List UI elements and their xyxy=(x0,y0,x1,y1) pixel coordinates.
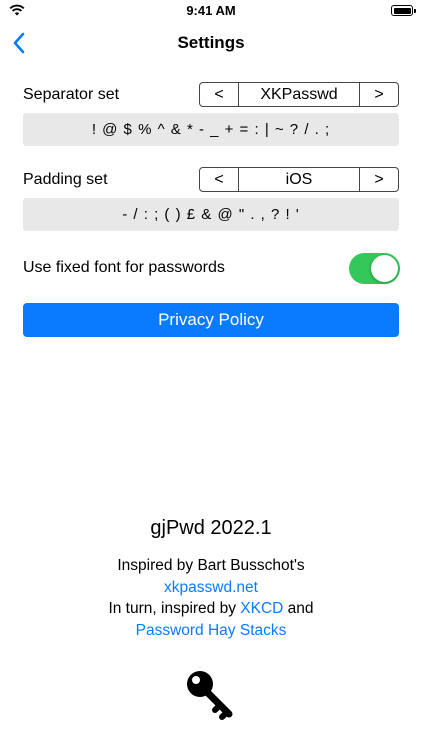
fixed-font-toggle[interactable] xyxy=(349,253,400,284)
padding-set-label: Padding set xyxy=(23,171,108,188)
separator-set-value: XKPasswd xyxy=(238,83,360,106)
padding-prev-button[interactable]: < xyxy=(200,168,238,191)
fixed-font-label: Use fixed font for passwords xyxy=(23,259,225,276)
privacy-policy-button[interactable]: Privacy Policy xyxy=(23,303,399,337)
turn-prefix-text: In turn, inspired by xyxy=(108,600,241,617)
xkpasswd-link[interactable]: xkpasswd.net xyxy=(164,579,258,596)
password-haystacks-link[interactable]: Password Hay Stacks xyxy=(136,622,287,639)
padding-set-stepper: < iOS > xyxy=(199,167,399,192)
separator-prev-button[interactable]: < xyxy=(200,83,238,106)
battery-icon xyxy=(391,5,416,16)
turn-suffix-text: and xyxy=(283,600,314,617)
separator-chars: ! @ $ % ^ & * - _ + = : | ~ ? / . ; xyxy=(23,113,399,146)
padding-set-value: iOS xyxy=(238,168,360,191)
app-name: gjPwd 2022.1 xyxy=(150,517,272,539)
key-icon xyxy=(187,671,233,720)
separator-set-label: Separator set xyxy=(23,86,120,103)
toggle-knob xyxy=(371,255,398,282)
padding-next-button[interactable]: > xyxy=(360,168,398,191)
xkcd-link[interactable]: XKCD xyxy=(240,600,283,617)
padding-chars: - / : ; ( ) £ & @ " . , ? ! ' xyxy=(23,198,399,231)
status-time: 9:41 AM xyxy=(186,3,236,18)
separator-set-stepper: < XKPasswd > xyxy=(199,82,399,107)
separator-next-button[interactable]: > xyxy=(360,83,398,106)
inspired-text: Inspired by Bart Busschot's xyxy=(117,557,305,574)
page-title: Settings xyxy=(177,33,245,52)
